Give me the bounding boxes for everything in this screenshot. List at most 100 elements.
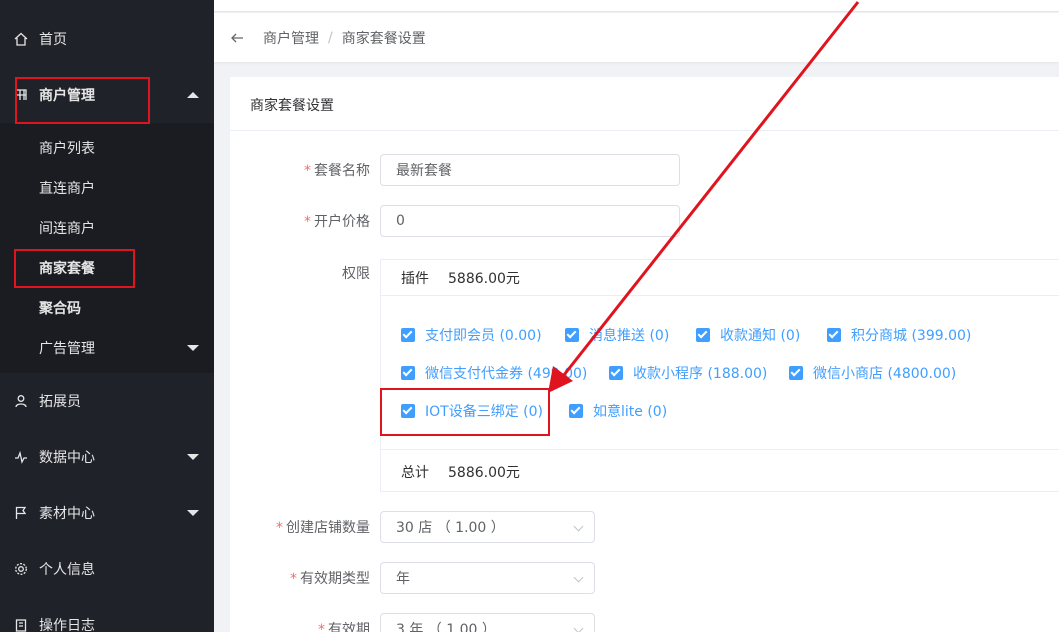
annotation-box-iot-binding bbox=[380, 388, 550, 436]
breadcrumb-current: 商家套餐设置 bbox=[341, 30, 426, 47]
plugin-checkbox-points-mall[interactable]: 积分商城 (399.00) bbox=[827, 325, 971, 345]
store-count-select[interactable]: 30 店 （ 1.00 ） bbox=[380, 511, 595, 543]
sidebar-item-merchant-list[interactable]: 商户列表 bbox=[0, 128, 214, 168]
sidebar-item-label: 广告管理 bbox=[39, 341, 95, 357]
sidebar-item-personal-info[interactable]: 个人信息 bbox=[0, 541, 214, 597]
checkbox-label: 收款小程序 (188.00) bbox=[633, 366, 768, 382]
required-mark: * bbox=[304, 214, 311, 230]
label-text: 开户价格 bbox=[314, 214, 370, 230]
sidebar-item-label: 数据中心 bbox=[39, 450, 95, 466]
permission-label: 权限 bbox=[230, 263, 370, 283]
required-mark: * bbox=[318, 622, 325, 632]
sidebar-item-material-center[interactable]: 素材中心 bbox=[0, 485, 214, 541]
total-amount: 5886.00元 bbox=[448, 464, 520, 481]
checkbox-checked-icon bbox=[827, 328, 841, 342]
sidebar-item-label: 拓展员 bbox=[39, 394, 81, 410]
label-text: 创建店铺数量 bbox=[286, 520, 370, 536]
input-value: 0 bbox=[396, 213, 405, 229]
checkbox-checked-icon bbox=[401, 366, 415, 380]
checkbox-label: 支付即会员 (0.00) bbox=[425, 328, 542, 344]
total-label: 总计 bbox=[401, 464, 429, 481]
plugin-checkbox-ruyi-lite[interactable]: 如意lite (0) bbox=[569, 401, 667, 421]
opening-price-input[interactable]: 0 bbox=[380, 205, 680, 237]
sidebar-item-ad-management[interactable]: 广告管理 bbox=[0, 328, 214, 368]
clipboard-icon bbox=[13, 617, 29, 632]
pulse-icon bbox=[13, 449, 29, 465]
plugin-checkbox-wechat-voucher[interactable]: 微信支付代金券 (499.00) bbox=[401, 363, 587, 383]
sidebar-item-label: 商户列表 bbox=[39, 141, 95, 157]
home-icon bbox=[13, 31, 29, 47]
opening-price-label: * 开户价格 bbox=[230, 211, 370, 231]
plugin-checkbox-payment-notice[interactable]: 收款通知 (0) bbox=[696, 325, 800, 345]
breadcrumb-separator: / bbox=[328, 29, 333, 46]
breadcrumb-parent[interactable]: 商户管理 bbox=[263, 28, 319, 48]
sidebar-item-indirect-merchant[interactable]: 间连商户 bbox=[0, 208, 214, 248]
select-value: 年 bbox=[396, 571, 410, 587]
sidebar-item-operation-log[interactable]: 操作日志 bbox=[0, 597, 214, 632]
chevron-down-icon bbox=[187, 345, 199, 351]
sidebar-item-home[interactable]: 首页 bbox=[0, 11, 214, 67]
label-text: 有效期 bbox=[328, 622, 370, 632]
input-value: 最新套餐 bbox=[396, 163, 452, 179]
sidebar-item-aggregate-code[interactable]: 聚合码 bbox=[0, 288, 214, 328]
annotation-box-merchant-management bbox=[15, 77, 150, 124]
plugin-total: 总计 5886.00元 bbox=[381, 449, 1059, 493]
checkbox-checked-icon bbox=[696, 328, 710, 342]
chevron-down-icon bbox=[573, 521, 584, 532]
sidebar-item-label: 素材中心 bbox=[39, 506, 95, 522]
package-name-input[interactable]: 最新套餐 bbox=[380, 154, 680, 186]
select-value: 30 店 （ 1.00 ） bbox=[396, 520, 505, 536]
store-count-label: * 创建店铺数量 bbox=[230, 517, 370, 537]
plugin-checkbox-message-push[interactable]: 消息推送 (0) bbox=[565, 325, 669, 345]
validity-type-label: * 有效期类型 bbox=[230, 568, 370, 588]
label-text: 有效期类型 bbox=[300, 571, 370, 587]
label-text: 套餐名称 bbox=[314, 163, 370, 179]
checkbox-checked-icon bbox=[401, 328, 415, 342]
permission-box: 插件 5886.00元 支付即会员 (0.00) 消息推送 (0) 收款通知 (… bbox=[380, 259, 1059, 492]
package-settings-card: 商家套餐设置 * 套餐名称 最新套餐 * 开户价格 0 权限 插件 5886.00元… bbox=[230, 77, 1059, 632]
top-header bbox=[214, 0, 1059, 12]
chevron-down-icon bbox=[573, 623, 584, 632]
card-title: 商家套餐设置 bbox=[250, 98, 334, 114]
sidebar-item-direct-merchant[interactable]: 直连商户 bbox=[0, 168, 214, 208]
plugin-checkbox-member-pay[interactable]: 支付即会员 (0.00) bbox=[401, 325, 542, 345]
chevron-down-icon bbox=[187, 510, 199, 516]
checkbox-label: 如意lite (0) bbox=[593, 404, 668, 420]
gear-icon bbox=[13, 561, 29, 577]
required-mark: * bbox=[290, 571, 297, 587]
sidebar-item-label: 首页 bbox=[39, 32, 67, 48]
plugin-checkbox-payment-miniprogram[interactable]: 收款小程序 (188.00) bbox=[609, 363, 767, 383]
validity-period-select[interactable]: 3 年 （ 1.00 ） bbox=[380, 613, 595, 632]
checkbox-label: 消息推送 (0) bbox=[589, 328, 670, 344]
sidebar-item-label: 个人信息 bbox=[39, 562, 95, 578]
flag-icon bbox=[13, 505, 29, 521]
sidebar-item-label: 间连商户 bbox=[39, 221, 95, 237]
sidebar-item-data-center[interactable]: 数据中心 bbox=[0, 429, 214, 485]
validity-period-label: * 有效期 bbox=[230, 619, 370, 632]
plugin-label: 插件 bbox=[401, 270, 429, 287]
select-value: 3 年 （ 1.00 ） bbox=[396, 622, 496, 632]
submenu-merchant: 商户列表 直连商户 间连商户 商家套餐 聚合码 广告管理 bbox=[0, 123, 214, 373]
required-mark: * bbox=[304, 163, 311, 179]
sidebar-item-promoter[interactable]: 拓展员 bbox=[0, 373, 214, 429]
back-arrow-icon[interactable] bbox=[230, 31, 244, 45]
chevron-down-icon bbox=[573, 572, 584, 583]
checkbox-label: 收款通知 (0) bbox=[720, 328, 801, 344]
required-mark: * bbox=[276, 520, 283, 536]
sidebar-item-label: 直连商户 bbox=[39, 181, 95, 197]
user-icon bbox=[13, 393, 29, 409]
checkbox-checked-icon bbox=[609, 366, 623, 380]
chevron-up-icon bbox=[187, 92, 199, 98]
annotation-box-merchant-package bbox=[14, 249, 135, 288]
checkbox-checked-icon bbox=[789, 366, 803, 380]
validity-type-select[interactable]: 年 bbox=[380, 562, 595, 594]
plugin-checkbox-wechat-shop[interactable]: 微信小商店 (4800.00) bbox=[789, 363, 956, 383]
checkbox-checked-icon bbox=[565, 328, 579, 342]
plugin-header: 插件 5886.00元 bbox=[381, 260, 1059, 296]
sidebar-item-label: 聚合码 bbox=[39, 301, 81, 317]
breadcrumb: 商户管理 / 商家套餐设置 bbox=[214, 13, 1059, 62]
checkbox-label: 积分商城 (399.00) bbox=[851, 328, 972, 344]
divider bbox=[230, 130, 1059, 131]
package-name-label: * 套餐名称 bbox=[230, 160, 370, 180]
checkbox-label: 微信小商店 (4800.00) bbox=[813, 366, 957, 382]
